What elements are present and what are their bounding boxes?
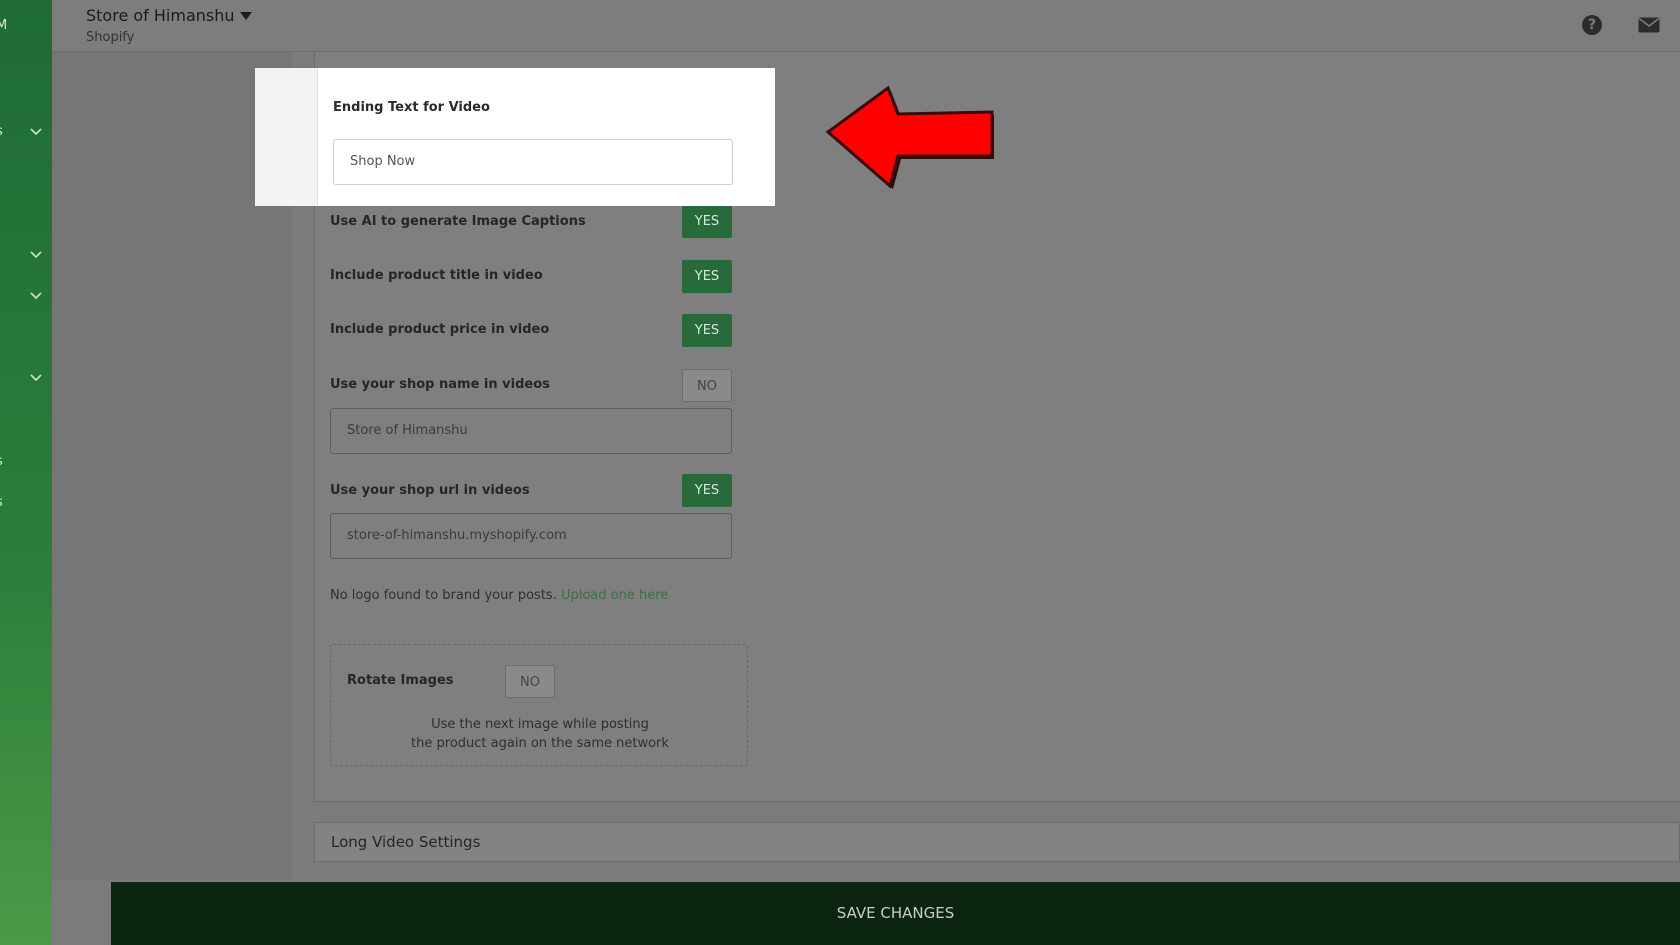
product-price-toggle[interactable]: YES bbox=[682, 314, 732, 347]
sidebar-logo-fragment: M bbox=[0, 18, 8, 33]
setting-label-product-price: Include product price in video bbox=[330, 322, 550, 337]
sidebar-item-fragment[interactable]: s bbox=[0, 495, 3, 510]
upload-logo-link[interactable]: Upload one here bbox=[561, 588, 668, 603]
rotate-images-description: Use the next image while posting the pro… bbox=[331, 715, 749, 753]
logo-note: No logo found to brand your posts. Uploa… bbox=[330, 588, 668, 603]
shop-url-field[interactable]: store-of-himanshu.myshopify.com bbox=[330, 513, 732, 559]
setting-label-shop-url: Use your shop url in videos bbox=[330, 483, 530, 498]
top-bar: Store of Himanshu Shopify ? bbox=[52, 0, 1680, 52]
rotate-images-label: Rotate Images bbox=[347, 673, 454, 688]
caret-down-icon[interactable] bbox=[240, 12, 252, 20]
sidebar-item-fragment[interactable]: s bbox=[0, 454, 3, 469]
ending-text-label: Ending Text for Video bbox=[333, 100, 490, 115]
setting-label-ai-captions: Use AI to generate Image Captions bbox=[330, 214, 586, 229]
ending-text-highlight: Ending Text for Video Shop Now bbox=[255, 68, 775, 206]
shop-url-toggle[interactable]: YES bbox=[682, 474, 732, 507]
highlight-strip bbox=[255, 68, 318, 206]
ai-captions-toggle[interactable]: YES bbox=[682, 205, 732, 238]
shop-name-field[interactable]: Store of Himanshu bbox=[330, 408, 732, 454]
product-title-toggle[interactable]: YES bbox=[682, 260, 732, 293]
setting-label-product-title: Include product title in video bbox=[330, 268, 543, 283]
logo-note-text: No logo found to brand your posts. bbox=[330, 588, 557, 603]
ending-text-field[interactable]: Shop Now bbox=[333, 139, 733, 185]
rotate-images-toggle[interactable]: NO bbox=[505, 665, 555, 698]
setting-label-shop-name: Use your shop name in videos bbox=[330, 377, 550, 392]
rotate-images-box: Rotate Images NO Use the next image whil… bbox=[330, 644, 748, 766]
rotate-desc-line-2: the product again on the same network bbox=[411, 736, 669, 751]
shop-name-toggle[interactable]: NO bbox=[682, 369, 732, 402]
rotate-desc-line-1: Use the next image while posting bbox=[431, 717, 649, 732]
store-name[interactable]: Store of Himanshu bbox=[86, 6, 235, 25]
red-arrow-icon bbox=[825, 85, 994, 189]
chevron-down-icon[interactable] bbox=[30, 251, 42, 261]
long-video-settings-header[interactable]: Long Video Settings bbox=[314, 822, 1680, 862]
store-platform: Shopify bbox=[86, 30, 135, 45]
help-icon[interactable]: ? bbox=[1582, 15, 1602, 35]
chevron-down-icon[interactable] bbox=[30, 374, 42, 384]
mail-icon[interactable] bbox=[1638, 17, 1660, 33]
sidebar: M s s s bbox=[0, 0, 52, 945]
save-changes-button[interactable]: SAVE CHANGES bbox=[111, 882, 1680, 945]
chevron-down-icon[interactable] bbox=[30, 292, 42, 302]
sidebar-item-fragment[interactable]: s bbox=[0, 124, 3, 139]
chevron-down-icon[interactable] bbox=[30, 128, 42, 138]
